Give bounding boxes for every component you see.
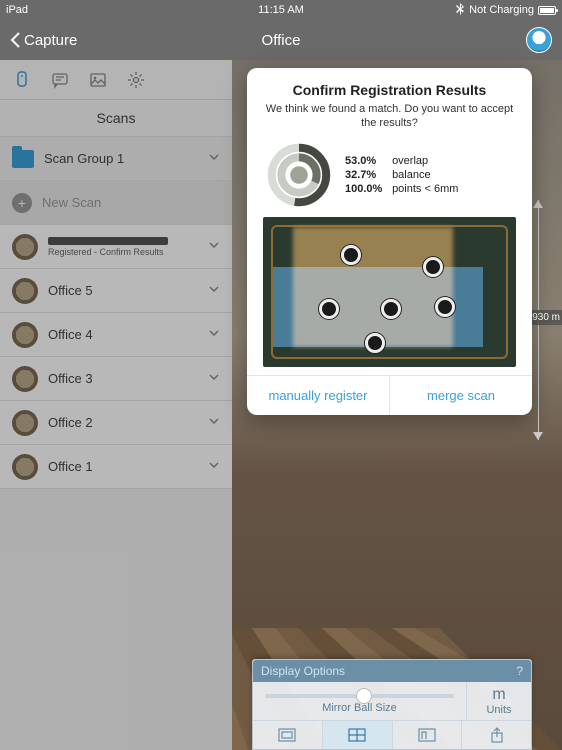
units-label: Units bbox=[471, 704, 527, 716]
units-button[interactable]: m Units bbox=[467, 682, 531, 720]
sidebar-tabs bbox=[0, 60, 232, 100]
chevron-down-icon bbox=[208, 459, 220, 474]
chevron-down-icon bbox=[208, 239, 220, 254]
modal-body: We think we found a match. Do you want t… bbox=[263, 102, 516, 131]
folder-icon bbox=[12, 150, 34, 168]
scan-point-icon bbox=[365, 333, 385, 353]
sidebar-group[interactable]: Scan Group 1 bbox=[0, 137, 232, 181]
opt-view-1[interactable] bbox=[253, 721, 323, 749]
scan-point-icon bbox=[341, 245, 361, 265]
tab-scans[interactable] bbox=[12, 70, 32, 90]
sidebar-item-label: Office 1 bbox=[48, 459, 93, 474]
avatar[interactable] bbox=[526, 27, 552, 53]
sidebar-item[interactable]: Office 4 bbox=[0, 313, 232, 357]
units-symbol: m bbox=[471, 686, 527, 704]
help-button[interactable]: ? bbox=[516, 664, 523, 678]
sidebar-item-label: Office 2 bbox=[48, 415, 93, 430]
battery-icon bbox=[538, 6, 556, 15]
opt-view-2[interactable] bbox=[323, 721, 393, 749]
stats-donut-icon bbox=[267, 143, 331, 207]
display-options-panel: Display Options ? Mirror Ball Size m Uni… bbox=[252, 659, 532, 750]
confirm-registration-modal: Confirm Registration Results We think we… bbox=[247, 68, 532, 415]
opts-footer bbox=[253, 720, 531, 749]
sidebar-header: Scans bbox=[0, 100, 232, 137]
mirror-ball-slider[interactable]: Mirror Ball Size bbox=[253, 682, 467, 720]
balance-label: balance bbox=[392, 169, 431, 181]
scan-thumb bbox=[12, 366, 38, 392]
sidebar: Scans Scan Group 1 + New Scan Registered… bbox=[0, 60, 232, 750]
scan-thumb bbox=[12, 278, 38, 304]
group-label: Scan Group 1 bbox=[44, 151, 124, 166]
manually-register-button[interactable]: manually register bbox=[247, 376, 390, 415]
chevron-down-icon bbox=[208, 327, 220, 342]
tab-annotations[interactable] bbox=[50, 70, 70, 90]
opts-title: Display Options bbox=[261, 664, 345, 678]
device-label: iPad bbox=[6, 4, 28, 16]
chevron-down-icon bbox=[208, 151, 220, 166]
new-scan-button[interactable]: + New Scan bbox=[0, 181, 232, 225]
points-value: 100.0% bbox=[345, 183, 389, 195]
points-label: points < 6mm bbox=[392, 183, 458, 195]
sidebar-item-selected[interactable]: Registered - Confirm Results bbox=[0, 225, 232, 269]
status-bar: iPad 11:15 AM Not Charging bbox=[0, 0, 562, 20]
modal-stats: 53.0% overlap 32.7% balance 100.0% point… bbox=[263, 143, 516, 207]
new-scan-label: New Scan bbox=[42, 195, 101, 210]
sidebar-item[interactable]: Office 2 bbox=[0, 401, 232, 445]
page-title: Office bbox=[262, 32, 301, 49]
back-button[interactable]: Capture bbox=[10, 32, 77, 49]
modal-title: Confirm Registration Results bbox=[263, 82, 516, 98]
opt-share[interactable] bbox=[462, 721, 531, 749]
sidebar-item[interactable]: Office 5 bbox=[0, 269, 232, 313]
tab-settings[interactable] bbox=[126, 70, 146, 90]
sidebar-item-label: Office 5 bbox=[48, 283, 93, 298]
overlap-label: overlap bbox=[392, 155, 428, 167]
redacted-title bbox=[48, 237, 168, 245]
chevron-down-icon bbox=[208, 415, 220, 430]
sidebar-item-label: Office 4 bbox=[48, 327, 93, 342]
scan-thumb bbox=[12, 410, 38, 436]
scan-thumb bbox=[12, 322, 38, 348]
balance-value: 32.7% bbox=[345, 169, 389, 181]
status-time: 11:15 AM bbox=[258, 4, 304, 16]
slider-label: Mirror Ball Size bbox=[261, 702, 458, 714]
chevron-down-icon bbox=[208, 371, 220, 386]
opt-view-3[interactable] bbox=[393, 721, 463, 749]
sidebar-item[interactable]: Office 1 bbox=[0, 445, 232, 489]
bluetooth-icon bbox=[456, 3, 465, 18]
tab-images[interactable] bbox=[88, 70, 108, 90]
overlap-value: 53.0% bbox=[345, 155, 389, 167]
sidebar-item[interactable]: Office 3 bbox=[0, 357, 232, 401]
selected-subtitle: Registered - Confirm Results bbox=[48, 247, 198, 257]
scan-thumb bbox=[12, 234, 38, 260]
scan-point-icon bbox=[381, 299, 401, 319]
chevron-down-icon bbox=[208, 283, 220, 298]
scan-thumb bbox=[12, 454, 38, 480]
sidebar-item-label: Office 3 bbox=[48, 371, 93, 386]
scan-point-icon bbox=[319, 299, 339, 319]
merge-scan-button[interactable]: merge scan bbox=[390, 376, 532, 415]
app-root: iPad 11:15 AM Not Charging Capture Offic… bbox=[0, 0, 562, 750]
registration-preview-image bbox=[263, 217, 516, 367]
scan-point-icon bbox=[423, 257, 443, 277]
back-label: Capture bbox=[24, 32, 77, 49]
charge-label: Not Charging bbox=[469, 4, 534, 16]
scan-point-icon bbox=[435, 297, 455, 317]
plus-icon: + bbox=[12, 193, 32, 213]
nav-bar: Capture Office bbox=[0, 20, 562, 60]
